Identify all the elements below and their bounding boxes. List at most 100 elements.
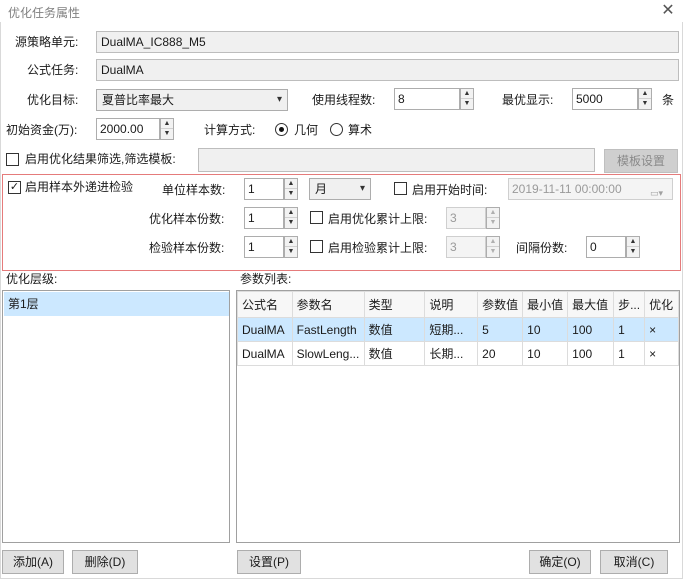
spin-up-icon[interactable]: ▲ bbox=[285, 179, 297, 189]
spin-up-icon[interactable]: ▲ bbox=[487, 208, 499, 218]
checkmark-icon: ✓ bbox=[9, 181, 20, 193]
spin-down-icon[interactable]: ▼ bbox=[285, 247, 297, 257]
spin-up-icon[interactable]: ▲ bbox=[627, 237, 639, 247]
table-cell[interactable]: 数值 bbox=[363, 317, 426, 342]
opt-count-input[interactable]: 1 bbox=[244, 207, 284, 229]
calendar-icon[interactable]: ▭▾ bbox=[650, 183, 668, 198]
settings-button[interactable]: 设置(P) bbox=[237, 550, 301, 574]
best-display-input[interactable]: 5000 bbox=[572, 88, 638, 110]
spin-down-icon[interactable]: ▼ bbox=[487, 218, 499, 228]
column-header[interactable]: 优化 bbox=[644, 291, 679, 318]
close-icon[interactable]: ✕ bbox=[657, 0, 679, 22]
table-row[interactable]: DualMA SlowLeng... 数值 长期... 20 10 100 1 … bbox=[237, 341, 679, 366]
calc-arith-label[interactable]: 算术 bbox=[348, 121, 372, 139]
spin-down-icon[interactable]: ▼ bbox=[461, 99, 473, 109]
test-limit-checkbox[interactable] bbox=[310, 240, 323, 253]
column-header[interactable]: 步... bbox=[613, 291, 646, 318]
test-limit-stepper[interactable]: ▲ ▼ bbox=[486, 236, 500, 258]
params-grid: 公式名 参数名 类型 说明 参数值 最小值 最大值 步... 优化 DualMA… bbox=[237, 291, 679, 366]
table-cell[interactable]: 1 bbox=[613, 341, 646, 366]
column-header[interactable]: 类型 bbox=[363, 291, 426, 318]
column-header[interactable]: 最大值 bbox=[567, 291, 615, 318]
column-header[interactable]: 公式名 bbox=[237, 291, 293, 318]
spin-up-icon[interactable]: ▲ bbox=[285, 237, 297, 247]
sample-enable-label[interactable]: 启用样本外递进检验 bbox=[25, 178, 133, 196]
filter-template-field[interactable] bbox=[198, 148, 595, 172]
test-limit-input[interactable]: 3 bbox=[446, 236, 486, 258]
column-header[interactable]: 参数值 bbox=[477, 291, 524, 318]
spin-up-icon[interactable]: ▲ bbox=[639, 89, 651, 99]
test-limit-label[interactable]: 启用检验累计上限: bbox=[328, 239, 427, 257]
table-cell[interactable]: 短期... bbox=[424, 317, 479, 342]
spin-down-icon[interactable]: ▼ bbox=[627, 247, 639, 257]
table-cell[interactable]: 1 bbox=[613, 317, 646, 342]
spin-up-icon[interactable]: ▲ bbox=[161, 119, 173, 129]
start-time-label[interactable]: 启用开始时间: bbox=[412, 181, 487, 199]
table-cell[interactable]: × bbox=[644, 317, 679, 342]
ok-button[interactable]: 确定(O) bbox=[529, 550, 591, 574]
table-row[interactable]: DualMA FastLength 数值 短期... 5 10 100 1 × bbox=[237, 317, 679, 342]
test-count-input[interactable]: 1 bbox=[244, 236, 284, 258]
spin-up-icon[interactable]: ▲ bbox=[285, 208, 297, 218]
spin-up-icon[interactable]: ▲ bbox=[461, 89, 473, 99]
params-table[interactable]: 公式名 参数名 类型 说明 参数值 最小值 最大值 步... 优化 DualMA… bbox=[236, 290, 680, 543]
test-count-stepper[interactable]: ▲ ▼ bbox=[284, 236, 298, 258]
filter-enable-checkbox[interactable] bbox=[6, 153, 19, 166]
opt-limit-checkbox[interactable] bbox=[310, 211, 323, 224]
target-select[interactable]: 夏普比率最大 ▾ bbox=[96, 89, 288, 111]
calc-geo-radio[interactable] bbox=[275, 123, 288, 136]
table-cell[interactable]: DualMA bbox=[237, 317, 293, 342]
sample-enable-checkbox[interactable]: ✓ bbox=[8, 181, 21, 194]
cancel-button[interactable]: 取消(C) bbox=[600, 550, 668, 574]
opt-count-label: 优化样本份数: bbox=[149, 212, 225, 226]
unit-count-input[interactable]: 1 bbox=[244, 178, 284, 200]
best-display-stepper[interactable]: ▲ ▼ bbox=[638, 88, 652, 110]
interval-stepper[interactable]: ▲ ▼ bbox=[626, 236, 640, 258]
add-button[interactable]: 添加(A) bbox=[2, 550, 64, 574]
table-cell[interactable]: × bbox=[644, 341, 679, 366]
table-cell[interactable]: FastLength bbox=[291, 317, 365, 342]
capital-input[interactable]: 2000.00 bbox=[96, 118, 160, 140]
best-display-unit: 条 bbox=[662, 93, 675, 107]
formula-task-field: DualMA bbox=[96, 59, 679, 81]
column-header[interactable]: 最小值 bbox=[522, 291, 569, 318]
unit-period-select[interactable]: 月 ▾ bbox=[309, 178, 371, 200]
opt-count-stepper[interactable]: ▲ ▼ bbox=[284, 207, 298, 229]
column-header[interactable]: 说明 bbox=[424, 291, 479, 318]
spin-down-icon[interactable]: ▼ bbox=[161, 129, 173, 139]
calc-geo-label[interactable]: 几何 bbox=[294, 121, 318, 139]
filter-enable-label[interactable]: 启用优化结果筛选,筛选模板: bbox=[25, 150, 176, 168]
params-heading: 参数列表: bbox=[240, 272, 292, 286]
template-settings-button[interactable]: 模板设置 bbox=[604, 149, 678, 173]
table-cell[interactable]: 100 bbox=[567, 317, 615, 342]
calc-arith-radio[interactable] bbox=[330, 123, 343, 136]
spin-up-icon[interactable]: ▲ bbox=[487, 237, 499, 247]
table-cell[interactable]: 20 bbox=[477, 341, 524, 366]
spin-down-icon[interactable]: ▼ bbox=[285, 218, 297, 228]
start-time-picker[interactable]: 2019-11-11 00:00:00 ▭▾ bbox=[508, 178, 673, 200]
column-header[interactable]: 参数名 bbox=[291, 291, 365, 318]
threads-stepper[interactable]: ▲ ▼ bbox=[460, 88, 474, 110]
list-item[interactable]: 第1层 bbox=[4, 292, 229, 316]
unit-count-stepper[interactable]: ▲ ▼ bbox=[284, 178, 298, 200]
levels-list[interactable]: 第1层 bbox=[2, 290, 230, 543]
table-cell[interactable]: 5 bbox=[477, 317, 524, 342]
capital-stepper[interactable]: ▲ ▼ bbox=[160, 118, 174, 140]
opt-limit-input[interactable]: 3 bbox=[446, 207, 486, 229]
start-time-checkbox[interactable] bbox=[394, 182, 407, 195]
threads-input[interactable]: 8 bbox=[394, 88, 460, 110]
table-cell[interactable]: 10 bbox=[522, 341, 569, 366]
interval-input[interactable]: 0 bbox=[586, 236, 626, 258]
spin-down-icon[interactable]: ▼ bbox=[285, 189, 297, 199]
table-cell[interactable]: DualMA bbox=[237, 341, 293, 366]
table-cell[interactable]: 长期... bbox=[424, 341, 479, 366]
table-cell[interactable]: SlowLeng... bbox=[291, 341, 365, 366]
table-cell[interactable]: 10 bbox=[522, 317, 569, 342]
spin-down-icon[interactable]: ▼ bbox=[487, 247, 499, 257]
table-cell[interactable]: 数值 bbox=[363, 341, 426, 366]
delete-button[interactable]: 删除(D) bbox=[72, 550, 138, 574]
table-cell[interactable]: 100 bbox=[567, 341, 615, 366]
opt-limit-label[interactable]: 启用优化累计上限: bbox=[328, 210, 427, 228]
opt-limit-stepper[interactable]: ▲ ▼ bbox=[486, 207, 500, 229]
spin-down-icon[interactable]: ▼ bbox=[639, 99, 651, 109]
